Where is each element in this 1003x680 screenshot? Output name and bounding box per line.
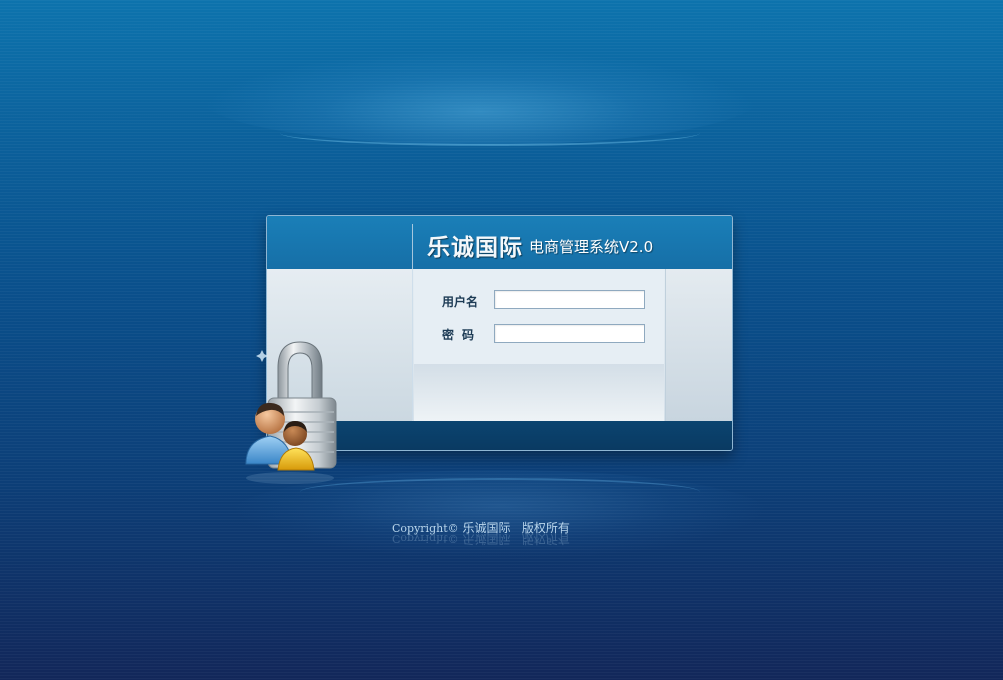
username-label: 用户名 (442, 295, 479, 309)
lock-users-icon (240, 336, 350, 486)
panel-header: 乐诚国际 电商管理系统V2.0 (267, 216, 732, 269)
password-field[interactable] (494, 324, 645, 343)
bottom-glow-arc (300, 478, 700, 506)
copyright-company-reflection: 乐诚国际 (462, 532, 511, 546)
form-area (414, 269, 664, 364)
username-field[interactable] (494, 290, 645, 309)
copyright-reflection: Copyright© 乐诚国际 版权所有 (392, 531, 570, 548)
copyright-rights-reflection: 版权所有 (521, 532, 570, 546)
copyright-prefix-reflection: Copyright© (392, 532, 459, 545)
panel-divider (412, 224, 413, 420)
password-label: 密码 (442, 328, 483, 342)
system-subtitle: 电商管理系统V2.0 (529, 238, 654, 256)
form-lower-area (414, 364, 664, 421)
brand-title: 乐诚国际 (427, 235, 523, 261)
panel-right-area (665, 269, 732, 421)
top-glow-arc (280, 120, 700, 146)
